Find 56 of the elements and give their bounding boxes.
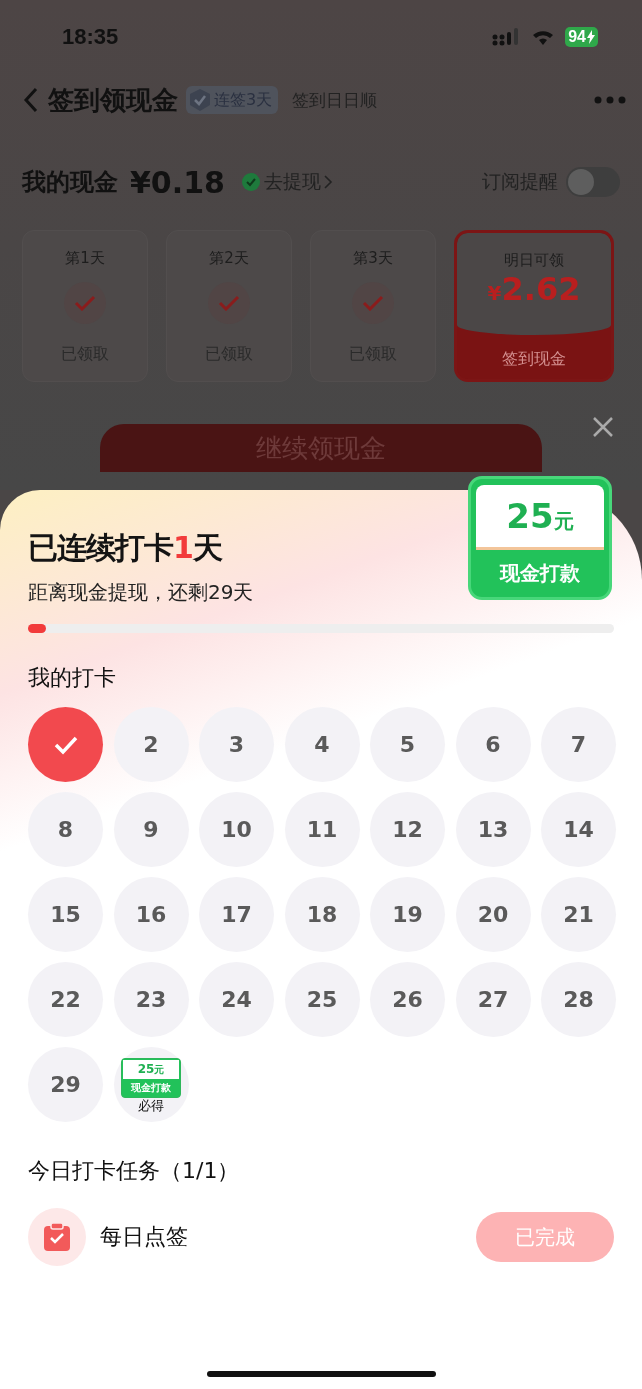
day-number: 4 <box>314 732 330 757</box>
status-time: 18:35 <box>62 24 119 50</box>
day-number: 22 <box>50 987 81 1012</box>
mini-caption: 现金打款 <box>131 1080 171 1095</box>
day-number: 7 <box>570 732 587 757</box>
cash-label: 我的现金 <box>22 167 118 198</box>
task-status-button[interactable]: 已完成 <box>476 1212 614 1262</box>
reward-caption: 现金打款 <box>500 560 580 587</box>
day-number: 26 <box>392 987 423 1012</box>
day-number: 6 <box>485 732 501 757</box>
day-number: 14 <box>563 817 594 842</box>
day-number: 21 <box>563 902 594 927</box>
wifi-icon <box>531 28 556 46</box>
day-number: 16 <box>135 902 167 927</box>
day-number: 15 <box>50 902 81 927</box>
day-number: 23 <box>135 987 167 1012</box>
cash-amount: ¥0.18 <box>130 164 225 200</box>
day-number: 9 <box>143 817 159 842</box>
more-icon[interactable] <box>594 96 626 104</box>
close-icon[interactable] <box>592 416 614 438</box>
check-icon <box>52 734 79 755</box>
streak-subtitle: 距离现金提现，还剩29天 <box>28 579 255 606</box>
bolt-icon <box>587 30 595 44</box>
day-number: 5 <box>399 732 416 757</box>
shield-icon <box>189 88 211 112</box>
day-number: 2 <box>143 732 159 757</box>
streak-title: 已连续打卡1天 <box>28 529 224 567</box>
day-number: 24 <box>221 987 252 1012</box>
day-number: 27 <box>477 987 509 1012</box>
reward-label: 必得 <box>138 1097 164 1114</box>
tomorrow-amount: ¥2.62 <box>487 270 581 308</box>
battery-indicator: 94 <box>565 27 598 47</box>
wechat-icon <box>240 172 261 192</box>
day-number: 11 <box>306 817 338 842</box>
day-number: 19 <box>392 902 423 927</box>
day-number: 20 <box>477 902 509 927</box>
day-number: 8 <box>57 817 74 842</box>
reward-amount: 25元 <box>506 496 574 536</box>
mini-amount: 25元 <box>123 1059 179 1079</box>
tasks-title: 今日打卡任务（1/1） <box>28 1157 241 1185</box>
task-name: 每日点签 <box>100 1223 188 1251</box>
day-number: 10 <box>221 817 252 842</box>
subscribe-toggle[interactable] <box>566 167 620 197</box>
day-number: 25 <box>306 987 338 1012</box>
day-number: 13 <box>477 817 509 842</box>
back-icon[interactable] <box>22 86 40 114</box>
chevron-icon <box>323 174 333 190</box>
day-number: 18 <box>306 902 338 927</box>
day-number: 12 <box>392 817 423 842</box>
page-title: 签到领现金 <box>48 83 178 117</box>
day-number: 29 <box>50 1072 81 1097</box>
tomorrow-caption: 签到现金 <box>501 349 567 370</box>
day-number: 3 <box>228 732 245 757</box>
day-number: 28 <box>563 987 594 1012</box>
calendar-title: 我的打卡 <box>28 664 117 692</box>
day-number: 17 <box>221 902 252 927</box>
